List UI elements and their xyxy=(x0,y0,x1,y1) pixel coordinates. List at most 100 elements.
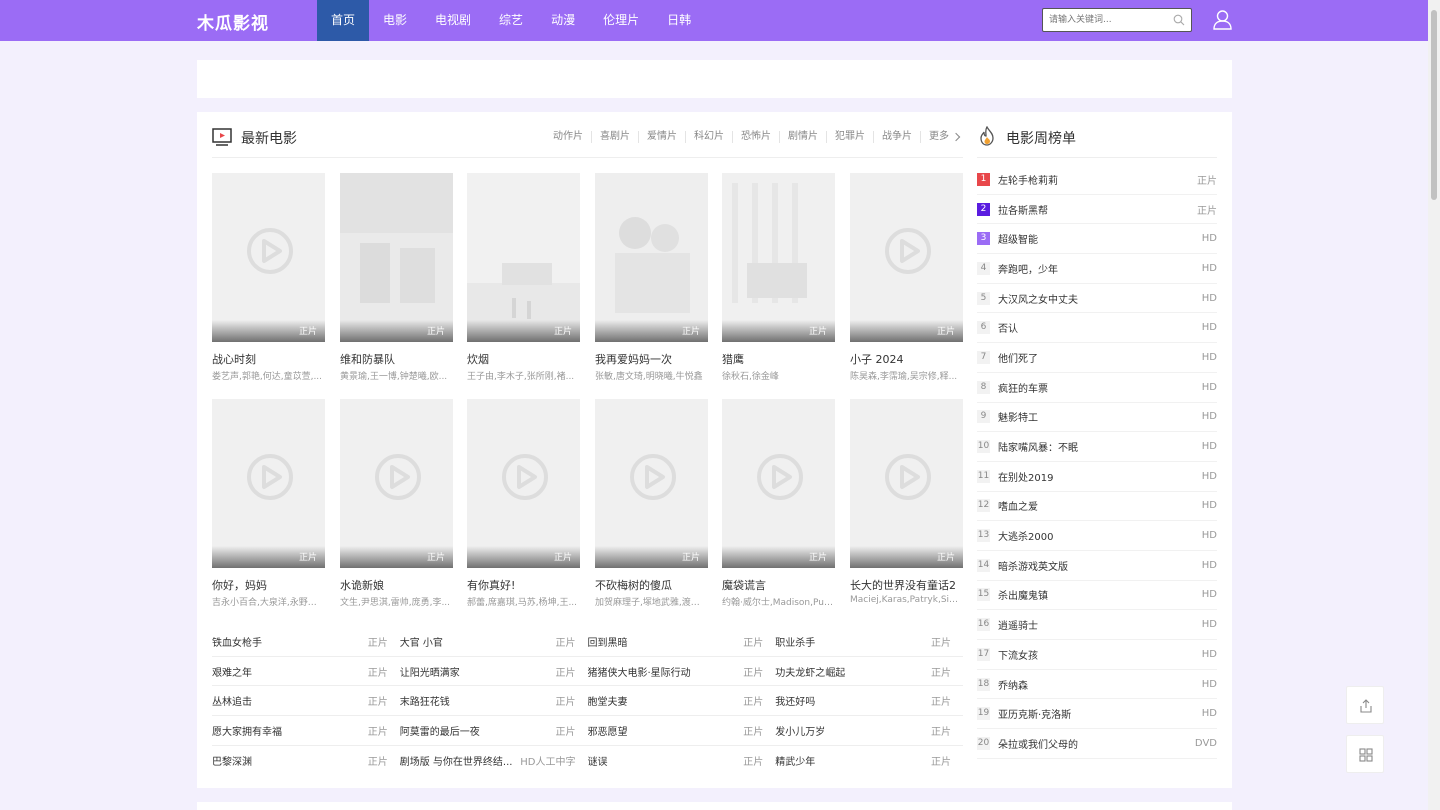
list-item-title[interactable]: 艰难之年 xyxy=(212,664,252,679)
ranking-item[interactable]: 4 奔跑吧，少年 HD xyxy=(977,254,1217,284)
rank-title[interactable]: 陆家嘴风暴：不眠 xyxy=(998,439,1202,454)
movie-card[interactable]: 正片 长大的世界没有童话2 Maciej,Karas,Patryk,Sie... xyxy=(850,399,963,605)
movie-poster[interactable]: 正片 xyxy=(595,399,708,568)
list-item-title[interactable]: 精武少年 xyxy=(775,753,815,768)
list-item-title[interactable]: 发小儿万岁 xyxy=(775,723,825,738)
category-more[interactable]: 更多 xyxy=(921,131,959,143)
ranking-item[interactable]: 10 陆家嘴风暴：不眠 HD xyxy=(977,432,1217,462)
movie-title[interactable]: 你好，妈妈 xyxy=(212,577,325,591)
ranking-item[interactable]: 19 亚历克斯·克洛斯 HD xyxy=(977,699,1217,730)
ranking-item[interactable]: 8 疯狂的车票 HD xyxy=(977,373,1217,403)
list-item-title[interactable]: 剧场版 与你在世界终结... xyxy=(400,753,513,768)
list-item[interactable]: 丛林追击 正片 xyxy=(212,686,400,715)
list-item-title[interactable]: 大官 小官 xyxy=(400,634,443,649)
movie-card[interactable]: 正片 战心时刻 娄艺声,郭艳,何达,童苡萱,... xyxy=(212,173,325,382)
rank-title[interactable]: 大逃杀2000 xyxy=(998,528,1202,543)
ranking-item[interactable]: 5 大汉风之女中丈夫 HD xyxy=(977,284,1217,314)
list-item-title[interactable]: 丛林追击 xyxy=(212,693,252,708)
ranking-item[interactable]: 9 魅影特工 HD xyxy=(977,403,1217,433)
list-item[interactable]: 功夫龙虾之崛起 正片 xyxy=(775,657,963,686)
ranking-item[interactable]: 17 下流女孩 HD xyxy=(977,640,1217,670)
search-input[interactable] xyxy=(1049,12,1169,28)
rank-title[interactable]: 他们死了 xyxy=(998,350,1202,365)
list-item[interactable]: 回到黑暗 正片 xyxy=(588,627,776,656)
nav-item-jpkr[interactable]: 日韩 xyxy=(653,0,705,41)
list-item[interactable]: 巴黎深渊 正片 xyxy=(212,746,400,776)
list-item[interactable]: 剧场版 与你在世界终结... HD人工中字 xyxy=(400,746,588,776)
rank-title[interactable]: 杀出魔鬼镇 xyxy=(998,587,1202,602)
rank-title[interactable]: 逍遥骑士 xyxy=(998,617,1202,632)
qrcode-button[interactable] xyxy=(1346,735,1384,773)
rank-title[interactable]: 超级智能 xyxy=(998,231,1202,246)
list-item-title[interactable]: 猪猪侠大电影·星际行动 xyxy=(588,664,691,679)
movie-card[interactable]: 正片 有你真好! 郝蕾,席嘉琪,马苏,杨坤,王... xyxy=(467,399,580,608)
nav-item-home[interactable]: 首页 xyxy=(317,0,370,41)
category-crime[interactable]: 犯罪片 xyxy=(827,131,874,143)
nav-item-anime[interactable]: 动漫 xyxy=(537,0,589,41)
rank-title[interactable]: 拉各斯黑帮 xyxy=(998,202,1197,217)
list-item-title[interactable]: 我还好吗 xyxy=(775,693,815,708)
list-item[interactable]: 猪猪侠大电影·星际行动 正片 xyxy=(588,657,776,686)
movie-card[interactable]: 正片 维和防暴队 黄景瑜,王一博,钟楚曦,欧... xyxy=(340,173,453,382)
rank-title[interactable]: 在别处2019 xyxy=(998,469,1202,484)
scrollbar-thumb[interactable] xyxy=(1431,10,1437,200)
nav-item-variety[interactable]: 综艺 xyxy=(485,0,537,41)
list-item[interactable]: 邪恶愿望 正片 xyxy=(588,716,776,745)
movie-poster[interactable]: 正片 xyxy=(340,399,453,568)
user-icon[interactable] xyxy=(1212,9,1233,30)
ranking-item[interactable]: 15 杀出魔鬼镇 HD xyxy=(977,581,1217,611)
rank-title[interactable]: 左轮手枪莉莉 xyxy=(998,172,1197,187)
list-item[interactable]: 我还好吗 正片 xyxy=(775,686,963,715)
list-item[interactable]: 发小儿万岁 正片 xyxy=(775,716,963,745)
list-item[interactable]: 职业杀手 正片 xyxy=(775,627,963,656)
movie-title[interactable]: 我再爱妈妈一次 xyxy=(595,351,708,365)
ranking-item[interactable]: 3 超级智能 HD xyxy=(977,224,1217,255)
movie-title[interactable]: 猎鹰 xyxy=(722,351,835,365)
list-item[interactable]: 愿大家拥有幸福 正片 xyxy=(212,716,400,745)
rank-title[interactable]: 否认 xyxy=(998,320,1202,335)
movie-poster[interactable]: 正片 xyxy=(467,399,580,568)
category-romance[interactable]: 爱情片 xyxy=(639,131,686,143)
movie-poster[interactable]: 正片 xyxy=(212,399,325,568)
list-item-title[interactable]: 铁血女枪手 xyxy=(212,634,262,649)
movie-poster[interactable]: 正片 xyxy=(340,173,453,342)
movie-title[interactable]: 小子 2024 xyxy=(850,351,963,365)
movie-title[interactable]: 长大的世界没有童话2 xyxy=(850,577,963,591)
movie-poster[interactable]: 正片 xyxy=(850,399,963,568)
list-item-title[interactable]: 末路狂花钱 xyxy=(400,693,450,708)
movie-card[interactable]: 正片 炊烟 王子由,李木子,张所刚,褚... xyxy=(467,173,580,382)
rank-title[interactable]: 嗜血之爱 xyxy=(998,498,1202,513)
rank-title[interactable]: 暗杀游戏英文版 xyxy=(998,558,1202,573)
nav-item-ethics[interactable]: 伦理片 xyxy=(589,0,653,41)
site-logo[interactable]: 木瓜影视 xyxy=(197,9,269,34)
ranking-item[interactable]: 18 乔纳森 HD xyxy=(977,670,1217,700)
rank-title[interactable]: 魅影特工 xyxy=(998,409,1202,424)
search-icon[interactable] xyxy=(1173,14,1185,26)
movie-card[interactable]: 正片 小子 2024 陈昊森,李霈瑜,吴宗修,释... xyxy=(850,173,963,382)
list-item[interactable]: 大官 小官 正片 xyxy=(400,627,588,656)
category-comedy[interactable]: 喜剧片 xyxy=(592,131,639,143)
rank-title[interactable]: 亚历克斯·克洛斯 xyxy=(998,706,1202,721)
movie-card[interactable]: 正片 我再爱妈妈一次 张敏,唐文琦,明晓曦,牛悦鑫 xyxy=(595,173,708,382)
list-item[interactable]: 铁血女枪手 正片 xyxy=(212,627,400,656)
movie-title[interactable]: 维和防暴队 xyxy=(340,351,453,365)
movie-poster[interactable]: 正片 xyxy=(850,173,963,342)
list-item-title[interactable]: 邪恶愿望 xyxy=(588,723,628,738)
rank-title[interactable]: 乔纳森 xyxy=(998,677,1202,692)
ranking-item[interactable]: 12 嗜血之爱 HD xyxy=(977,492,1217,522)
share-button[interactable] xyxy=(1346,686,1384,724)
list-item[interactable]: 艰难之年 正片 xyxy=(212,657,400,686)
movie-card[interactable]: 正片 猎鹰 徐秋石,徐金峰 xyxy=(722,173,835,382)
nav-item-tv[interactable]: 电视剧 xyxy=(421,0,485,41)
movie-title[interactable]: 战心时刻 xyxy=(212,351,325,365)
ranking-item[interactable]: 20 朵拉或我们父母的 DVD xyxy=(977,729,1217,759)
nav-item-movie[interactable]: 电影 xyxy=(369,0,421,41)
movie-poster[interactable]: 正片 xyxy=(212,173,325,342)
ranking-item[interactable]: 6 否认 HD xyxy=(977,313,1217,344)
movie-card[interactable]: 正片 不砍梅树的傻瓜 加贺麻理子,塚地武雅,渡边... xyxy=(595,399,708,608)
list-item-title[interactable]: 巴黎深渊 xyxy=(212,753,252,768)
list-item[interactable]: 阿莫雷的最后一夜 正片 xyxy=(400,716,588,745)
movie-card[interactable]: 正片 魔袋谎言 约翰·威尔士,Madison,Pull... xyxy=(722,399,835,608)
movie-poster[interactable]: 正片 xyxy=(722,399,835,568)
movie-card[interactable]: 正片 水诡新娘 文生,尹思淇,雷帅,庞勇,李... xyxy=(340,399,453,608)
